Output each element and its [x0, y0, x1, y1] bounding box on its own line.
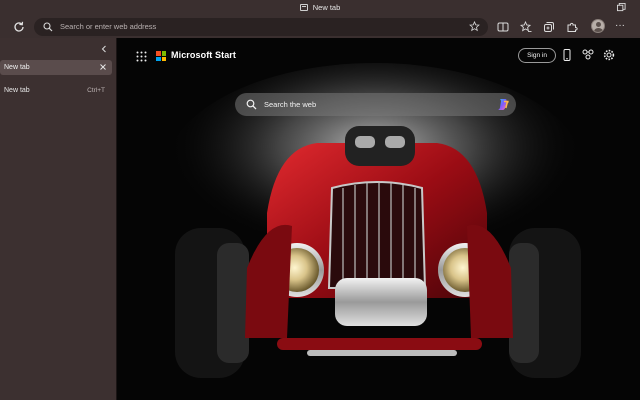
tab-label: New tab: [4, 64, 30, 71]
new-tab-button[interactable]: New tab Ctrl+T: [0, 84, 112, 98]
profile-avatar[interactable]: [591, 19, 605, 33]
new-tab-page: Microsoft Start Sign in Search the web: [116, 38, 640, 400]
window-title: New tab: [0, 3, 640, 12]
tab-item-new-tab[interactable]: New tab: [0, 60, 112, 75]
star-icon[interactable]: [469, 21, 480, 32]
vertical-tabs-sidebar: New tab New tab Ctrl+T: [0, 38, 116, 400]
extensions-icon[interactable]: [566, 21, 578, 33]
apps-grid-icon[interactable]: [136, 51, 147, 62]
toolbar: Search or enter web address ···: [0, 17, 640, 38]
new-tab-shortcut: Ctrl+T: [87, 87, 105, 94]
chevron-left-icon[interactable]: [99, 44, 109, 54]
search-icon: [246, 99, 257, 110]
more-icon[interactable]: ···: [615, 20, 625, 31]
web-search-placeholder: Search the web: [264, 100, 317, 109]
new-tab-label: New tab: [4, 87, 30, 94]
settings-icon[interactable]: [603, 49, 615, 61]
favorites-icon[interactable]: [520, 21, 532, 33]
close-icon[interactable]: [99, 63, 107, 71]
brand-name[interactable]: Microsoft Start: [171, 50, 236, 60]
search-icon: [43, 22, 53, 32]
split-screen-icon[interactable]: [497, 21, 509, 33]
refresh-icon[interactable]: [12, 20, 26, 34]
address-bar[interactable]: Search or enter web address: [34, 18, 488, 36]
microsoft-logo[interactable]: [156, 51, 166, 61]
collections-icon[interactable]: [543, 21, 555, 33]
address-placeholder: Search or enter web address: [60, 22, 157, 31]
sign-in-button[interactable]: Sign in: [518, 48, 556, 63]
restore-icon[interactable]: [617, 3, 626, 12]
rewards-icon[interactable]: [582, 49, 594, 61]
browser-window: New tab Search or enter web address ··· …: [0, 0, 640, 400]
phone-icon[interactable]: [561, 49, 573, 61]
web-search-box[interactable]: Search the web: [235, 93, 516, 116]
title-bar: New tab: [0, 0, 640, 17]
window-title-text: New tab: [312, 3, 341, 12]
tab-icon: [299, 4, 308, 11]
copilot-icon[interactable]: [496, 97, 511, 112]
